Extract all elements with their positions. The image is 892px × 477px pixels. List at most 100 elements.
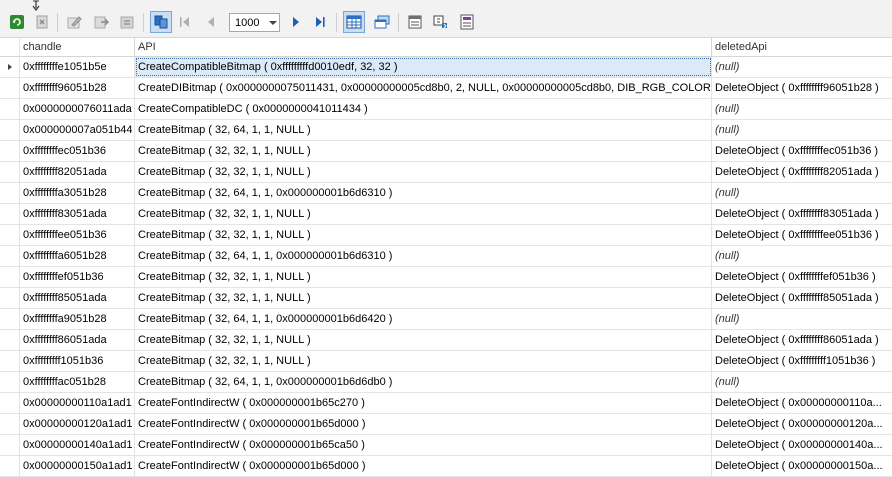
- export-icon[interactable]: [92, 13, 110, 31]
- cell-chandle[interactable]: 0x0000000076011ada: [20, 99, 135, 119]
- cell-deletedapi[interactable]: DeleteObject ( 0x00000000150a...: [712, 456, 892, 476]
- table-row[interactable]: 0xfffffffff1051b36 CreateBitmap ( 32, 32,…: [0, 351, 892, 372]
- column-header-api[interactable]: API: [135, 38, 712, 57]
- cell-deletedapi[interactable]: (null): [712, 309, 892, 329]
- row-indicator[interactable]: [0, 309, 20, 329]
- row-indicator[interactable]: [0, 162, 20, 182]
- cell-deletedapi[interactable]: DeleteObject ( 0xffffffff83051ada ): [712, 204, 892, 224]
- table-row[interactable]: 0x0000000076011ada CreateCompatibleDC ( 0…: [0, 99, 892, 120]
- cell-api[interactable]: CreateBitmap ( 32, 64, 1, 1, 0x000000001…: [135, 246, 712, 266]
- cell-deletedapi[interactable]: DeleteObject ( 0x00000000120a...: [712, 414, 892, 434]
- cell-chandle[interactable]: 0xffffffff85051ada: [20, 288, 135, 308]
- refresh-icon[interactable]: [8, 13, 26, 31]
- cell-deletedapi[interactable]: (null): [712, 372, 892, 392]
- row-indicator[interactable]: [0, 414, 20, 434]
- table-row[interactable]: 0xffffffffef051b36 CreateBitmap ( 32, 32,…: [0, 267, 892, 288]
- cell-api[interactable]: CreateBitmap ( 32, 32, 1, 1, NULL ): [135, 351, 712, 371]
- row-indicator[interactable]: [0, 57, 20, 77]
- table-row[interactable]: 0xffffffffa9051b28 CreateBitmap ( 32, 64,…: [0, 309, 892, 330]
- cell-api[interactable]: CreateBitmap ( 32, 64, 1, 1, 0x000000001…: [135, 372, 712, 392]
- table-row[interactable]: 0xffffffff96051b28 CreateDIBitmap ( 0x000…: [0, 78, 892, 99]
- row-indicator[interactable]: [0, 141, 20, 161]
- cell-deletedapi[interactable]: DeleteObject ( 0xffffffff86051ada ): [712, 330, 892, 350]
- cell-api[interactable]: CreateFontIndirectW ( 0x000000001b65d000…: [135, 414, 712, 434]
- cell-chandle[interactable]: 0xffffffffe1051b5e: [20, 57, 135, 77]
- cell-chandle[interactable]: 0x00000000120a1ad1: [20, 414, 135, 434]
- table-row[interactable]: 0xffffffffa6051b28 CreateBitmap ( 32, 64,…: [0, 246, 892, 267]
- row-indicator[interactable]: [0, 204, 20, 224]
- last-page-icon[interactable]: [311, 13, 329, 31]
- export-alt-icon[interactable]: [118, 13, 136, 31]
- next-page-icon[interactable]: [287, 13, 305, 31]
- properties-icon[interactable]: [406, 13, 424, 31]
- cell-api[interactable]: CreateCompatibleDC ( 0x0000000041011434 …: [135, 99, 712, 119]
- table-row[interactable]: 0xffffffff86051ada CreateBitmap ( 32, 32,…: [0, 330, 892, 351]
- first-page-icon[interactable]: [176, 13, 194, 31]
- table-row[interactable]: 0xffffffffec051b36 CreateBitmap ( 32, 32,…: [0, 141, 892, 162]
- cell-chandle[interactable]: 0xffffffff86051ada: [20, 330, 135, 350]
- cell-api[interactable]: CreateFontIndirectW ( 0x000000001b65c270…: [135, 393, 712, 413]
- cell-deletedapi[interactable]: (null): [712, 246, 892, 266]
- row-indicator[interactable]: [0, 246, 20, 266]
- edit-icon[interactable]: [65, 13, 83, 31]
- row-indicator[interactable]: [0, 288, 20, 308]
- cell-deletedapi[interactable]: DeleteObject ( 0xffffffffee051b36 ): [712, 225, 892, 245]
- cell-chandle[interactable]: 0xffffffffac051b28: [20, 372, 135, 392]
- cell-api[interactable]: CreateBitmap ( 32, 32, 1, 1, NULL ): [135, 204, 712, 224]
- cell-chandle[interactable]: 0x000000007a051b44: [20, 120, 135, 140]
- cell-chandle[interactable]: 0xffffffff82051ada: [20, 162, 135, 182]
- row-indicator[interactable]: [0, 393, 20, 413]
- cell-deletedapi[interactable]: DeleteObject ( 0x00000000140a...: [712, 435, 892, 455]
- cell-api[interactable]: CreateFontIndirectW ( 0x000000001b65ca50…: [135, 435, 712, 455]
- cell-api[interactable]: CreateDIBitmap ( 0x0000000075011431, 0x0…: [135, 78, 712, 98]
- cell-deletedapi[interactable]: DeleteObject ( 0xffffffffec051b36 ): [712, 141, 892, 161]
- table-row[interactable]: 0xffffffff85051ada CreateBitmap ( 32, 32,…: [0, 288, 892, 309]
- cell-chandle[interactable]: 0xffffffffa9051b28: [20, 309, 135, 329]
- cell-api[interactable]: CreateBitmap ( 32, 32, 1, 1, NULL ): [135, 288, 712, 308]
- cell-api[interactable]: CreateBitmap ( 32, 32, 1, 1, NULL ): [135, 162, 712, 182]
- table-row[interactable]: 0x00000000120a1ad1 CreateFontIndirectW ( …: [0, 414, 892, 435]
- cell-deletedapi[interactable]: (null): [712, 183, 892, 203]
- row-indicator[interactable]: [0, 183, 20, 203]
- cell-chandle[interactable]: 0xffffffffa6051b28: [20, 246, 135, 266]
- table-row[interactable]: 0xffffffffee051b36 CreateBitmap ( 32, 32,…: [0, 225, 892, 246]
- table-row[interactable]: 0xffffffff82051ada CreateBitmap ( 32, 32,…: [0, 162, 892, 183]
- row-indicator[interactable]: [0, 99, 20, 119]
- table-row[interactable]: 0x00000000140a1ad1 CreateFontIndirectW ( …: [0, 435, 892, 456]
- row-indicator[interactable]: [0, 120, 20, 140]
- row-indicator[interactable]: [0, 225, 20, 245]
- cell-api[interactable]: CreateBitmap ( 32, 32, 1, 1, NULL ): [135, 267, 712, 287]
- cell-chandle[interactable]: 0x00000000110a1ad1: [20, 393, 135, 413]
- cell-api[interactable]: CreateBitmap ( 32, 64, 1, 1, 0x000000001…: [135, 309, 712, 329]
- prev-page-icon[interactable]: [202, 13, 220, 31]
- chevron-down-icon[interactable]: [267, 14, 279, 31]
- table-row[interactable]: 0xffffffffa3051b28 CreateBitmap ( 32, 64,…: [0, 183, 892, 204]
- report-icon[interactable]: [458, 13, 476, 31]
- window-icon[interactable]: [373, 13, 391, 31]
- cell-deletedapi[interactable]: DeleteObject ( 0xffffffff96051b28 ): [712, 78, 892, 98]
- clear-icon[interactable]: [33, 13, 51, 31]
- cell-api[interactable]: CreateCompatibleBitmap ( 0xfffffffffd001…: [135, 57, 712, 77]
- table-row[interactable]: 0x00000000110a1ad1 CreateFontIndirectW ( …: [0, 393, 892, 414]
- view-toggle-icon[interactable]: [150, 11, 172, 33]
- column-header-deletedapi[interactable]: deletedApi: [712, 38, 892, 57]
- table-row[interactable]: 0x000000007a051b44 CreateBitmap ( 32, 64,…: [0, 120, 892, 141]
- table-row[interactable]: 0xffffffffac051b28 CreateBitmap ( 32, 64,…: [0, 372, 892, 393]
- replace-icon[interactable]: [432, 13, 450, 31]
- cell-deletedapi[interactable]: DeleteObject ( 0xffffffff85051ada ): [712, 288, 892, 308]
- cell-chandle[interactable]: 0xffffffffec051b36: [20, 141, 135, 161]
- cell-chandle[interactable]: 0xffffffffee051b36: [20, 225, 135, 245]
- cell-api[interactable]: CreateBitmap ( 32, 32, 1, 1, NULL ): [135, 141, 712, 161]
- cell-api[interactable]: CreateBitmap ( 32, 64, 1, 1, NULL ): [135, 120, 712, 140]
- cell-deletedapi[interactable]: (null): [712, 99, 892, 119]
- table-row[interactable]: 0xffffffffe1051b5e CreateCompatibleBitmap…: [0, 57, 892, 78]
- cell-chandle[interactable]: 0xfffffffff1051b36: [20, 351, 135, 371]
- table-row[interactable]: 0x00000000150a1ad1 CreateFontIndirectW ( …: [0, 456, 892, 477]
- grid-view-icon[interactable]: [343, 11, 365, 33]
- row-indicator[interactable]: [0, 78, 20, 98]
- cell-api[interactable]: CreateBitmap ( 32, 64, 1, 1, 0x000000001…: [135, 183, 712, 203]
- cell-deletedapi[interactable]: (null): [712, 57, 892, 77]
- cell-deletedapi[interactable]: (null): [712, 120, 892, 140]
- cell-deletedapi[interactable]: DeleteObject ( 0xffffffff82051ada ): [712, 162, 892, 182]
- row-indicator[interactable]: [0, 456, 20, 476]
